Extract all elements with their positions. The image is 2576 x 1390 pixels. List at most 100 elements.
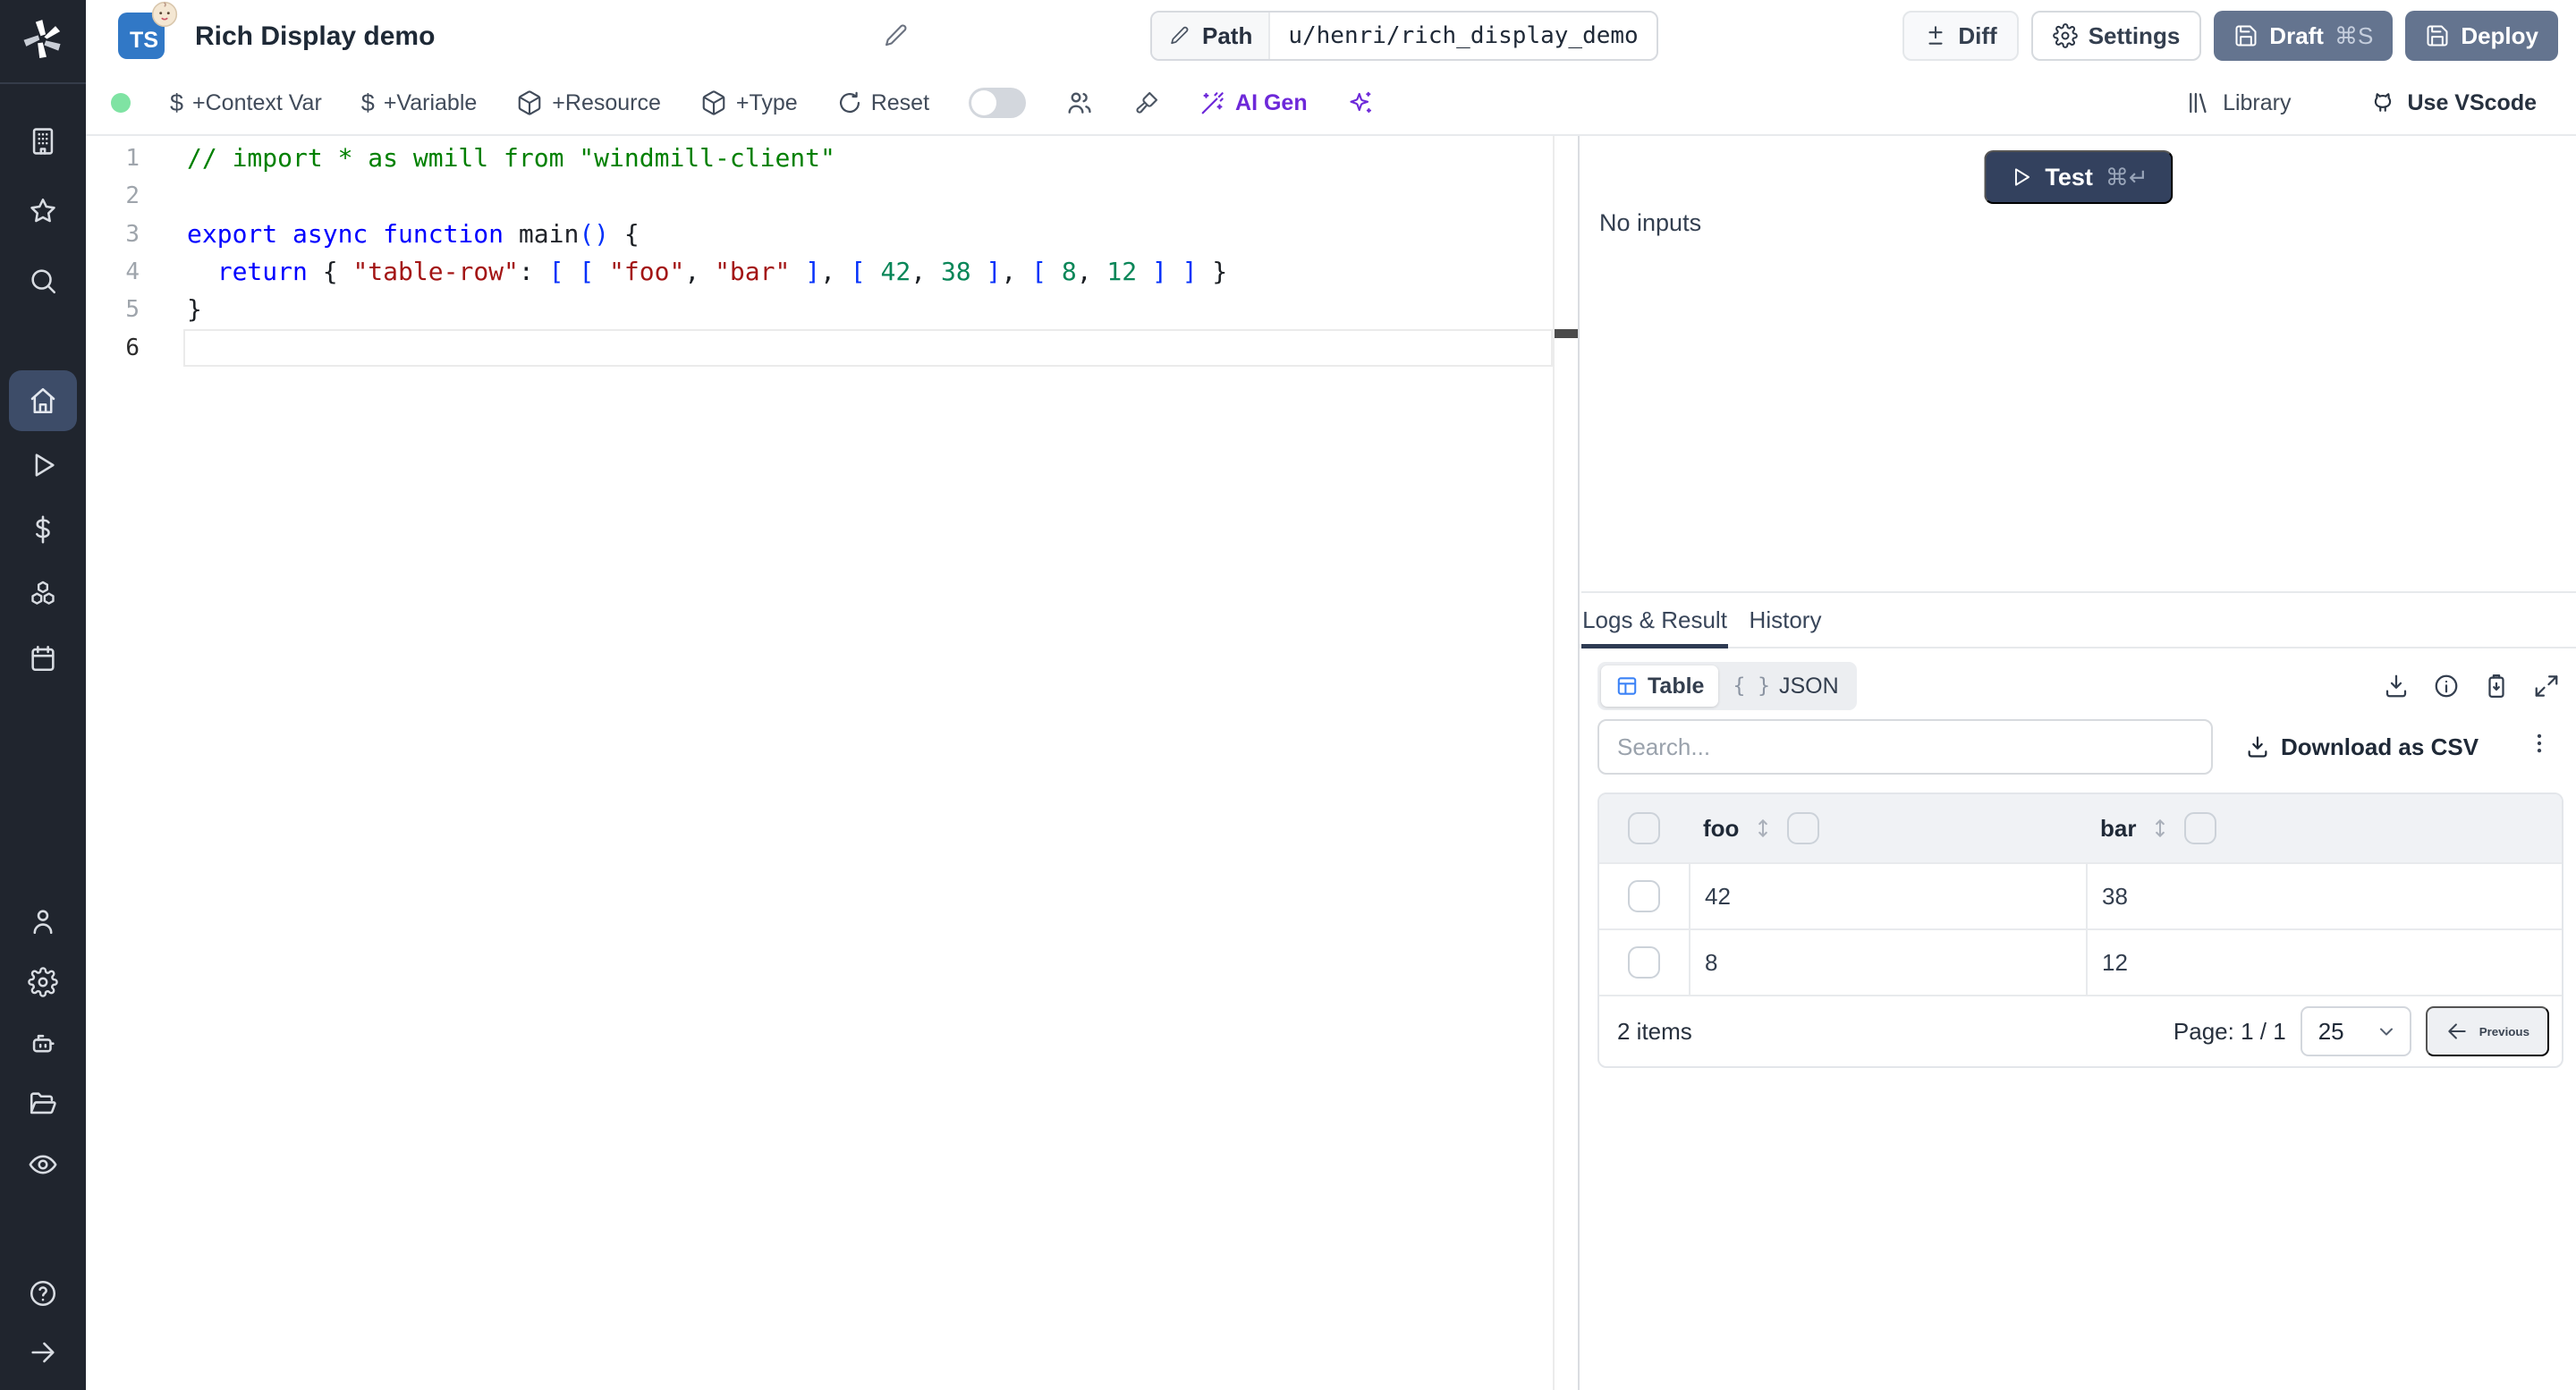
cursor-overview-marker: [1555, 329, 1580, 338]
path-pill[interactable]: Path u/henri/rich_display_demo: [1150, 11, 1658, 61]
expand-fullscreen-icon[interactable]: [2533, 673, 2560, 699]
column-bar-checkbox[interactable]: [2184, 812, 2217, 844]
package-icon: [702, 90, 725, 115]
users-person-icon[interactable]: [23, 902, 63, 941]
add-variable-button[interactable]: $ +Variable: [361, 89, 478, 117]
add-resource-button[interactable]: +Resource: [516, 89, 661, 116]
braces-icon: { }: [1733, 674, 1770, 698]
view-table-option[interactable]: Table: [1601, 665, 1719, 707]
row-checkbox[interactable]: [1628, 946, 1660, 979]
download-icon: [2248, 736, 2267, 758]
windmill-logo-icon[interactable]: [18, 14, 68, 64]
settings-gear-icon: [2052, 23, 2078, 48]
previous-page-button[interactable]: Previous: [2425, 1006, 2549, 1056]
pane-splitter[interactable]: [1578, 136, 1580, 1390]
dollar-icon: $: [360, 89, 375, 116]
sidebar: [0, 0, 86, 1390]
variables-dollar-icon[interactable]: [23, 510, 63, 549]
use-vscode-button[interactable]: Use VScode: [2369, 89, 2537, 116]
sort-icon[interactable]: [1751, 817, 1775, 840]
download-csv-button[interactable]: Download as CSV: [2245, 719, 2479, 775]
code-line[interactable]: }: [183, 291, 1553, 328]
save-icon: [2235, 25, 2257, 47]
path-value: u/henri/rich_display_demo: [1288, 22, 1639, 49]
play-icon: [2014, 168, 2029, 186]
library-button[interactable]: Library: [2185, 89, 2291, 116]
resources-cubes-icon[interactable]: [23, 574, 63, 614]
page-title: Rich Display demo: [195, 21, 436, 51]
search-icon[interactable]: [23, 261, 63, 301]
path-label: Path: [1202, 21, 1253, 49]
view-toggle: Table { } JSON: [1597, 662, 1857, 710]
add-type-button[interactable]: +Type: [700, 89, 798, 116]
add-context-var-button[interactable]: $ +Context Var: [170, 89, 322, 117]
settings-gear-icon[interactable]: [23, 962, 63, 1002]
code-lines[interactable]: // import * as wmill from "windmill-clie…: [183, 140, 1553, 367]
multiplayer-users-icon[interactable]: [1065, 89, 1094, 117]
edit-summary-pencil-icon[interactable]: [882, 21, 911, 50]
copy-clipboard-icon[interactable]: [2483, 673, 2510, 699]
favorites-star-icon[interactable]: [23, 191, 63, 231]
ai-gen-button[interactable]: AI Gen: [1199, 89, 1308, 116]
magic-wand-icon: [1201, 92, 1224, 114]
typescript-badge-label: TS: [130, 28, 158, 53]
view-json-option[interactable]: { } JSON: [1718, 665, 1852, 707]
diff-button[interactable]: Diff: [1902, 11, 2019, 61]
code-line[interactable]: // import * as wmill from "windmill-clie…: [183, 140, 1553, 177]
reset-button[interactable]: Reset: [837, 90, 929, 116]
workers-robot-icon[interactable]: [23, 1023, 63, 1063]
column-header-foo[interactable]: foo: [1703, 815, 1739, 843]
no-inputs-text: No inputs: [1599, 209, 1702, 236]
code-editor[interactable]: 1 2 3 4 5 6 // import * as wmill from "windmi…: [86, 136, 1581, 1390]
diff-icon: [1928, 26, 1943, 45]
code-line[interactable]: return { "table-row": [ [ "foo", "bar" ]…: [183, 253, 1553, 291]
workspace-icon[interactable]: [23, 122, 63, 161]
table-header-row: foo bar: [1599, 794, 2562, 862]
format-brush-icon[interactable]: [1133, 89, 1160, 116]
info-icon[interactable]: [2433, 673, 2460, 699]
table-options-kebab-icon[interactable]: [2526, 730, 2553, 757]
editor-toolbar: $ +Context Var $ +Variable +Resource +Ty…: [86, 72, 2576, 136]
line-number: 6: [125, 334, 140, 361]
table-search-input[interactable]: [1597, 719, 2213, 775]
tab-history[interactable]: History: [1728, 593, 1843, 647]
reset-icon: [839, 91, 860, 114]
table-row[interactable]: 8 12: [1599, 928, 2562, 995]
runs-play-icon[interactable]: [23, 445, 63, 485]
folders-icon[interactable]: [23, 1084, 63, 1123]
select-all-checkbox[interactable]: [1628, 812, 1660, 844]
row-checkbox[interactable]: [1628, 880, 1660, 912]
line-number: 4: [125, 258, 140, 285]
sort-icon[interactable]: [2148, 817, 2172, 840]
table-row[interactable]: 42 38: [1599, 862, 2562, 928]
code-line[interactable]: export async function main() {: [183, 216, 1553, 253]
editor-overview-ruler: [1553, 136, 1555, 1390]
tab-logs-result[interactable]: Logs & Result: [1581, 593, 1728, 648]
save-draft-button[interactable]: Draft ⌘S: [2214, 11, 2394, 61]
sparkles-icon[interactable]: [1347, 89, 1374, 116]
deploy-button[interactable]: Deploy: [2405, 11, 2558, 61]
chevron-down-icon: [2379, 1028, 2393, 1036]
table-cell: 38: [2086, 864, 2562, 928]
table-footer: 2 items Page: 1 / 1 25 Previous: [1599, 995, 2562, 1066]
audit-eye-icon[interactable]: [23, 1145, 63, 1184]
line-number-gutter: 1 2 3 4 5 6: [86, 140, 140, 367]
download-result-icon[interactable]: [2383, 673, 2410, 699]
column-foo-checkbox[interactable]: [1787, 812, 1820, 844]
path-label-section: Path: [1152, 13, 1271, 59]
page-size-select[interactable]: 25: [2300, 1006, 2411, 1056]
code-line[interactable]: [183, 328, 1553, 367]
home-icon[interactable]: [23, 381, 63, 420]
result-table: foo bar 42 38 8 12 2 items Page: 1 / 1 2…: [1597, 792, 2563, 1068]
code-line[interactable]: [183, 177, 1553, 215]
expand-sidebar-arrow-icon[interactable]: [23, 1333, 63, 1372]
column-header-bar[interactable]: bar: [2100, 815, 2136, 843]
settings-button[interactable]: Settings: [2030, 11, 2202, 61]
test-button[interactable]: Test ⌘↵: [1984, 150, 2174, 204]
help-icon[interactable]: [23, 1274, 63, 1313]
draft-shortcut: ⌘S: [2334, 21, 2374, 49]
table-cell: 12: [2086, 930, 2562, 995]
table-cell: 8: [1689, 930, 2086, 995]
schedules-calendar-icon[interactable]: [23, 639, 63, 678]
diff-mode-toggle[interactable]: [969, 88, 1027, 118]
